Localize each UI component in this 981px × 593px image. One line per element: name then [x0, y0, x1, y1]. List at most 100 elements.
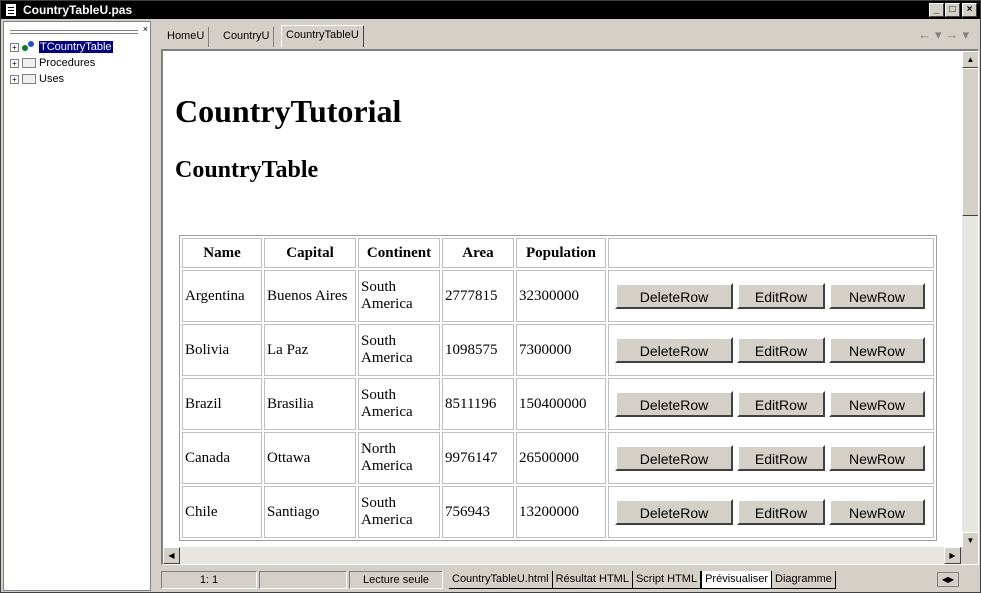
- code-explorer: × + TCountryTable + Procedures + Uses: [3, 21, 151, 591]
- tree-item-uses[interactable]: + Uses: [10, 72, 64, 86]
- close-button[interactable]: ×: [962, 3, 977, 17]
- column-header: Name: [182, 238, 262, 268]
- delete-row-button[interactable]: DeleteRow: [615, 445, 733, 471]
- scroll-left-icon[interactable]: ◀: [163, 547, 180, 564]
- cell-area: 1098575: [442, 324, 514, 376]
- page-subheading: CountryTable: [175, 157, 319, 183]
- expand-icon[interactable]: +: [10, 74, 19, 84]
- cell-area: 9976147: [442, 432, 514, 484]
- delete-row-button[interactable]: DeleteRow: [615, 337, 733, 363]
- cell-actions: DeleteRow EditRow NewRow: [608, 486, 934, 538]
- cell-capital: Buenos Aires: [264, 270, 356, 322]
- pane-close-icon[interactable]: ×: [143, 24, 148, 34]
- table-row: Brazil Brasilia South America 8511196 15…: [182, 378, 934, 430]
- tab-countryu[interactable]: CountryU: [219, 27, 275, 47]
- cell-capital: Santiago: [264, 486, 356, 538]
- expand-icon[interactable]: +: [10, 58, 19, 68]
- back-dropdown-icon[interactable]: ▾: [935, 27, 946, 42]
- new-row-button[interactable]: NewRow: [829, 445, 925, 471]
- cursor-position: 1: 1: [161, 571, 257, 589]
- forward-dropdown-icon[interactable]: ▾: [962, 27, 973, 42]
- tab-countrytableu[interactable]: CountryTableU: [281, 25, 364, 47]
- tree-item-label: Procedures: [39, 57, 96, 69]
- minimize-button[interactable]: _: [929, 3, 944, 17]
- column-header: Area: [442, 238, 514, 268]
- tree-item-class[interactable]: + TCountryTable: [10, 40, 113, 54]
- cell-population: 32300000: [516, 270, 606, 322]
- expand-icon[interactable]: +: [10, 42, 19, 52]
- page-content: CountryTutorial CountryTable Name Capita…: [173, 51, 959, 547]
- scroll-corner: [961, 547, 978, 564]
- view-tabs: CountryTableU.html Résultat HTML Script HT…: [449, 571, 836, 589]
- delete-row-button[interactable]: DeleteRow: [615, 391, 733, 417]
- tab-html-result[interactable]: Résultat HTML: [552, 571, 633, 589]
- page-heading: CountryTutorial: [175, 93, 402, 129]
- cell-population: 150400000: [516, 378, 606, 430]
- tab-scroll-arrows-icon[interactable]: ◀▶: [937, 572, 959, 587]
- new-row-button[interactable]: NewRow: [829, 391, 925, 417]
- column-header: Continent: [358, 238, 440, 268]
- cell-continent: South America: [358, 486, 440, 538]
- column-header: Population: [516, 238, 606, 268]
- edit-row-button[interactable]: EditRow: [737, 337, 825, 363]
- cell-name: Chile: [182, 486, 262, 538]
- cell-capital: La Paz: [264, 324, 356, 376]
- cell-name: Brazil: [182, 378, 262, 430]
- edit-row-button[interactable]: EditRow: [737, 499, 825, 525]
- new-row-button[interactable]: NewRow: [829, 499, 925, 525]
- new-row-button[interactable]: NewRow: [829, 337, 925, 363]
- table-row: Bolivia La Paz South America 1098575 730…: [182, 324, 934, 376]
- cell-population: 13200000: [516, 486, 606, 538]
- folder-icon: [22, 58, 36, 69]
- cell-population: 7300000: [516, 324, 606, 376]
- cell-population: 26500000: [516, 432, 606, 484]
- table-row: Chile Santiago South America 756943 1320…: [182, 486, 934, 538]
- forward-arrow-icon[interactable]: →: [945, 27, 962, 42]
- cell-actions: DeleteRow EditRow NewRow: [608, 378, 934, 430]
- class-icon: [22, 41, 36, 53]
- cell-area: 2777815: [442, 270, 514, 322]
- tree-item-label: Uses: [39, 73, 65, 85]
- edit-row-button[interactable]: EditRow: [737, 391, 825, 417]
- document-icon: [5, 3, 17, 17]
- tab-source[interactable]: CountryTableU.html: [449, 571, 553, 589]
- back-arrow-icon[interactable]: ←: [918, 27, 935, 42]
- scroll-up-icon[interactable]: ▲: [962, 51, 978, 68]
- cell-continent: South America: [358, 324, 440, 376]
- title-bar: CountryTableU.pas _ □ ×: [1, 1, 980, 19]
- cell-area: 8511196: [442, 378, 514, 430]
- cell-actions: DeleteRow EditRow NewRow: [608, 270, 934, 322]
- column-header-actions: [608, 238, 934, 268]
- cell-area: 756943: [442, 486, 514, 538]
- tree-item-procedures[interactable]: + Procedures: [10, 56, 95, 70]
- app-window: CountryTableU.pas _ □ × × + TCountryTable…: [0, 0, 981, 593]
- scroll-thumb[interactable]: [962, 68, 978, 216]
- vertical-scrollbar[interactable]: ▲ ▼: [961, 51, 978, 549]
- cell-actions: DeleteRow EditRow NewRow: [608, 324, 934, 376]
- column-header: Capital: [264, 238, 356, 268]
- cell-name: Argentina: [182, 270, 262, 322]
- tab-html-script[interactable]: Script HTML: [632, 571, 702, 589]
- delete-row-button[interactable]: DeleteRow: [615, 283, 733, 309]
- edit-row-button[interactable]: EditRow: [737, 283, 825, 309]
- cell-name: Canada: [182, 432, 262, 484]
- new-row-button[interactable]: NewRow: [829, 283, 925, 309]
- tab-preview[interactable]: Prévisualiser: [701, 571, 773, 589]
- cell-capital: Ottawa: [264, 432, 356, 484]
- read-only-status: Lecture seule: [349, 571, 443, 589]
- maximize-button[interactable]: □: [945, 3, 960, 17]
- table-header-row: Name Capital Continent Area Population: [182, 238, 934, 268]
- status-bar: 1: 1 Lecture seule CountryTableU.html Rés…: [161, 569, 979, 591]
- window-title: CountryTableU.pas: [23, 3, 133, 17]
- pane-grip[interactable]: [10, 30, 138, 34]
- table-row: Canada Ottawa North America 9976147 2650…: [182, 432, 934, 484]
- cell-name: Bolivia: [182, 324, 262, 376]
- cell-continent: North America: [358, 432, 440, 484]
- scroll-right-icon[interactable]: ▶: [944, 547, 961, 564]
- folder-icon: [22, 74, 36, 85]
- edit-row-button[interactable]: EditRow: [737, 445, 825, 471]
- horizontal-scrollbar[interactable]: ◀ ▶: [163, 547, 961, 564]
- delete-row-button[interactable]: DeleteRow: [615, 499, 733, 525]
- tab-diagram[interactable]: Diagramme: [772, 571, 836, 589]
- tab-homeu[interactable]: HomeU: [163, 27, 210, 47]
